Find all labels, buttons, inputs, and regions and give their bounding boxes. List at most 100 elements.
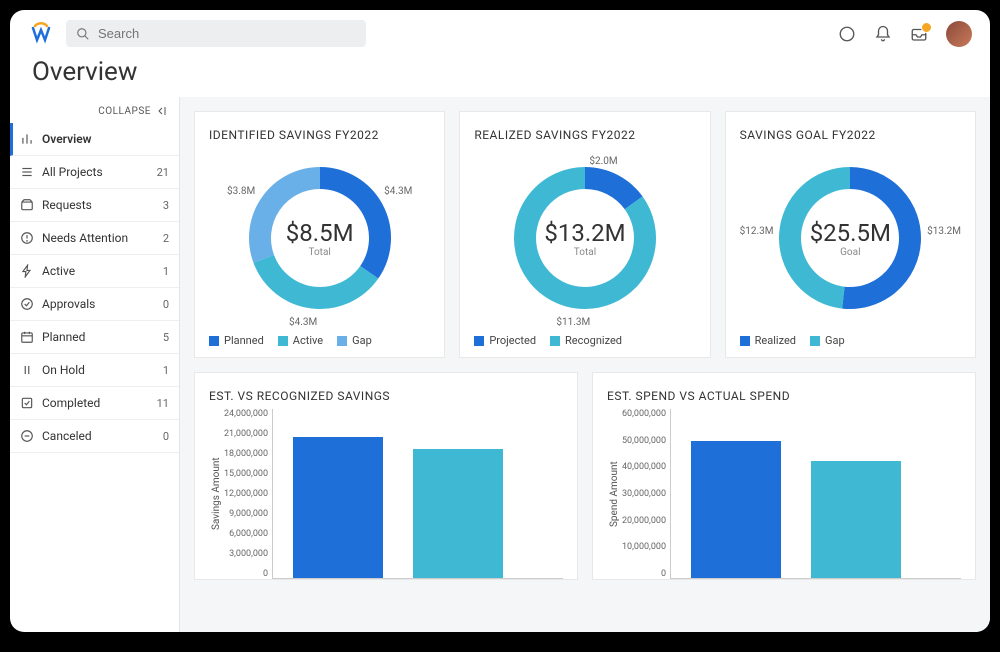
bar [293, 437, 383, 578]
sidebar-item-count: 0 [163, 298, 169, 311]
sidebar-item-count: 21 [157, 166, 169, 179]
page-title: Overview [10, 57, 990, 97]
legend-label: Projected [489, 334, 536, 347]
legend-swatch [278, 336, 288, 346]
chart-bar-icon [20, 132, 34, 146]
bar [811, 461, 901, 579]
sidebar-item-completed[interactable]: Completed 11 [10, 387, 179, 420]
tray-icon[interactable] [910, 25, 928, 43]
bars [670, 409, 961, 579]
legend-label: Gap [825, 334, 845, 347]
sidebar-item-canceled[interactable]: Canceled0 [10, 420, 179, 453]
sidebar-item-active[interactable]: Active 1 [10, 255, 179, 288]
y-tick: 6,000,000 [224, 529, 268, 539]
sidebar-item-requests[interactable]: Requests3 [10, 189, 179, 222]
donut-sublabel: Goal [810, 247, 891, 258]
y-tick: 60,000,000 [622, 409, 666, 419]
bolt-icon [20, 264, 34, 278]
donut-label: $4.3M [384, 186, 412, 197]
bell-icon[interactable] [874, 25, 892, 43]
y-tick: 40,000,000 [622, 462, 666, 472]
sidebar-item-label: All Projects [42, 165, 103, 179]
sidebar-item-label: Requests [42, 198, 92, 212]
avatar[interactable] [946, 21, 972, 47]
sidebar-item-needs-attention[interactable]: Needs Attention 2 [10, 222, 179, 255]
card-title: REALIZED SAVINGS FY2022 [474, 128, 695, 142]
donut-value: $8.5M [286, 219, 354, 247]
sidebar-item-label: Active [42, 264, 75, 278]
y-tick: 0 [622, 569, 666, 579]
y-tick: 9,000,000 [224, 509, 268, 519]
sidebar-item-overview[interactable]: Overview [10, 123, 179, 156]
search-input[interactable] [98, 26, 356, 41]
donut-label: $12.3M [740, 226, 774, 237]
donut-label: $3.8M [227, 186, 255, 197]
sidebar-item-label: Planned [42, 330, 85, 344]
sidebar-item-approvals[interactable]: Approvals 0 [10, 288, 179, 321]
donut-label: $11.3M [556, 317, 590, 328]
legend-item: Projected [474, 334, 536, 347]
sidebar-item-count: 2 [163, 232, 169, 245]
donut-chart: $25.5MGoal $12.3M$13.2M [740, 148, 961, 328]
sidebar-item-planned[interactable]: Planned 5 [10, 321, 179, 354]
check-square-icon [20, 396, 34, 410]
card-title: EST. VS RECOGNIZED SAVINGS [209, 389, 563, 403]
bar [413, 449, 503, 578]
card-title: IDENTIFIED SAVINGS FY2022 [209, 128, 430, 142]
y-tick: 30,000,000 [622, 489, 666, 499]
sidebar-item-label: Approvals [42, 297, 95, 311]
legend-item: Gap [810, 334, 845, 347]
y-tick: 15,000,000 [224, 469, 268, 479]
pause-icon [20, 363, 34, 377]
legend: PlannedActiveGap [209, 328, 430, 347]
bar-chart-card: EST. VS RECOGNIZED SAVINGS Savings Amoun… [194, 372, 578, 580]
donut-value: $25.5M [810, 219, 891, 247]
legend-item: Recognized [550, 334, 622, 347]
sidebar-item-count: 11 [157, 397, 169, 410]
inbox-icon [20, 198, 34, 212]
legend-swatch [740, 336, 750, 346]
donut-sublabel: Total [544, 247, 625, 258]
donut-card: REALIZED SAVINGS FY2022 $13.2MTotal $2.0… [459, 111, 710, 358]
app-logo[interactable] [28, 21, 54, 47]
sidebar-item-label: Overview [42, 132, 92, 146]
collapse-icon [157, 105, 169, 117]
bar [691, 441, 781, 579]
search-icon [76, 27, 90, 41]
content: IDENTIFIED SAVINGS FY2022 $8.5M Total $3.… [180, 97, 990, 632]
sidebar-item-label: Completed [42, 396, 100, 410]
legend-item: Realized [740, 334, 796, 347]
sidebar-item-count: 1 [163, 364, 169, 377]
check-circle-icon [20, 297, 34, 311]
search-container [66, 20, 366, 47]
legend: Realized Gap [740, 328, 961, 347]
y-tick: 50,000,000 [622, 436, 666, 446]
card-title: EST. SPEND VS ACTUAL SPEND [607, 389, 961, 403]
bar-chart-card: EST. SPEND VS ACTUAL SPEND Spend Amount … [592, 372, 976, 580]
donut-chart: $8.5MTotal $3.8M$4.3M$4.3M [209, 148, 430, 328]
sidebar-item-count: 1 [163, 265, 169, 278]
y-tick: 12,000,000 [224, 489, 268, 499]
sidebar-item-all-projects[interactable]: All Projects 21 [10, 156, 179, 189]
sidebar-item-count: 5 [163, 331, 169, 344]
sidebar-item-on-hold[interactable]: On Hold 1 [10, 354, 179, 387]
donut-value: $13.2M [544, 219, 625, 247]
alert-circle-icon [20, 231, 34, 245]
sidebar-item-label: Needs Attention [42, 231, 128, 245]
topbar-icons [838, 21, 972, 47]
legend-swatch [810, 336, 820, 346]
y-tick: 20,000,000 [622, 516, 666, 526]
list-icon [20, 165, 34, 179]
legend-swatch [550, 336, 560, 346]
calendar-icon [20, 330, 34, 344]
y-tick: 3,000,000 [224, 549, 268, 559]
collapse-button[interactable]: COLLAPSE [10, 97, 179, 123]
legend-item: Gap [337, 334, 372, 347]
legend-label: Realized [755, 334, 796, 347]
y-ticks: 24,000,00021,000,00018,000,00015,000,000… [224, 409, 272, 579]
chat-icon[interactable] [838, 25, 856, 43]
legend-item: Active [278, 334, 323, 347]
bars [272, 409, 563, 579]
sidebar-item-label: On Hold [42, 363, 85, 377]
y-axis-label: Spend Amount [607, 409, 622, 579]
